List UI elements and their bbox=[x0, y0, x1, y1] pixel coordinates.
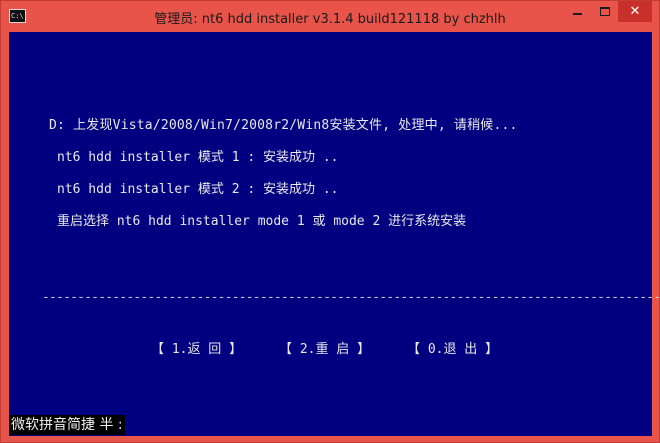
status-line-mode2: nt6 hdd installer 模式 2 : 安装成功 .. bbox=[57, 182, 339, 197]
maximize-button[interactable] bbox=[591, 1, 618, 22]
status-line-detect: D: 上发现Vista/2008/Win7/2008r2/Win8安装文件, 处… bbox=[49, 118, 518, 133]
ime-status-bar: 微软拼音简捷 半 : bbox=[9, 415, 125, 435]
menu-option-exit[interactable]: 【 0.退 出 】 bbox=[407, 338, 498, 357]
menu-option-reboot[interactable]: 【 2.重 启 】 bbox=[279, 338, 370, 357]
close-icon: ✕ bbox=[629, 4, 641, 19]
divider-line: ----------------------------------------… bbox=[42, 290, 660, 305]
minimize-button[interactable] bbox=[564, 1, 591, 22]
window-title: 管理员: nt6 hdd installer v3.1.4 build12111… bbox=[154, 12, 506, 27]
minimize-icon bbox=[573, 12, 582, 15]
menu-option-return[interactable]: 【 1.返 回 】 bbox=[151, 338, 242, 357]
maximize-icon bbox=[599, 7, 610, 16]
status-line-reboot-hint: 重启选择 nt6 hdd installer mode 1 或 mode 2 进… bbox=[57, 214, 467, 229]
console-area[interactable]: D: 上发现Vista/2008/Win7/2008r2/Win8安装文件, 处… bbox=[9, 32, 660, 436]
close-button[interactable]: ✕ bbox=[618, 1, 652, 22]
status-line-mode1: nt6 hdd installer 模式 1 : 安装成功 .. bbox=[57, 150, 339, 165]
console-window: C:\ 管理员: nt6 hdd installer v3.1.4 build1… bbox=[0, 0, 660, 443]
title-bar[interactable]: C:\ 管理员: nt6 hdd installer v3.1.4 build1… bbox=[1, 1, 659, 32]
